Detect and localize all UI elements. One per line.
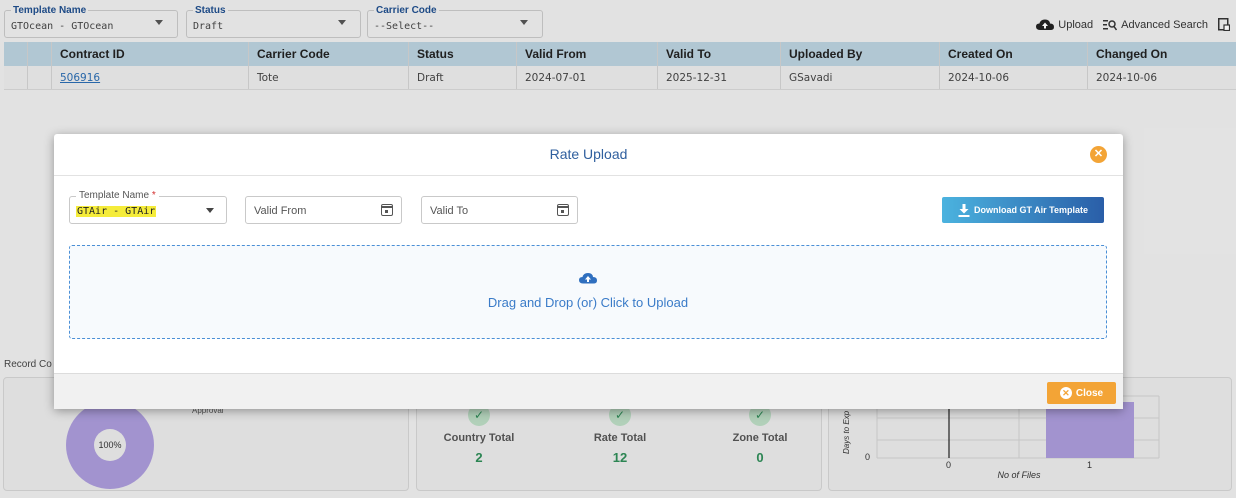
close-button[interactable]: ✕ Close bbox=[1047, 382, 1116, 404]
valid-from-field[interactable]: Valid From bbox=[245, 196, 402, 224]
valid-to-placeholder: Valid To bbox=[430, 205, 469, 217]
template-name-label: Template Name * bbox=[76, 190, 159, 202]
rate-upload-modal: Rate Upload ✕ Template Name * GTAir - GT… bbox=[54, 134, 1123, 409]
chevron-down-icon bbox=[206, 208, 214, 213]
file-dropzone[interactable]: Drag and Drop (or) Click to Upload bbox=[69, 245, 1107, 339]
calendar-icon[interactable] bbox=[381, 204, 393, 216]
template-name-value: GTAir - GTAir bbox=[76, 206, 157, 217]
calendar-icon[interactable] bbox=[557, 204, 569, 216]
download-template-label: Download GT Air Template bbox=[973, 205, 1088, 215]
valid-to-field[interactable]: Valid To bbox=[421, 196, 578, 224]
cloud-upload-icon bbox=[579, 273, 597, 284]
dropzone-text: Drag and Drop (or) Click to Upload bbox=[487, 295, 689, 310]
modal-footer: ✕ Close bbox=[54, 373, 1123, 409]
close-circle-icon: ✕ bbox=[1059, 387, 1072, 399]
download-icon bbox=[958, 203, 970, 217]
modal-header: Rate Upload ✕ bbox=[54, 134, 1123, 176]
template-name-select[interactable]: Template Name * GTAir - GTAir bbox=[69, 190, 227, 224]
valid-from-placeholder: Valid From bbox=[254, 205, 307, 217]
modal-title: Rate Upload bbox=[549, 146, 628, 162]
close-icon[interactable]: ✕ bbox=[1090, 146, 1107, 163]
close-label: Close bbox=[1075, 387, 1104, 399]
download-template-button[interactable]: Download GT Air Template bbox=[942, 197, 1104, 223]
